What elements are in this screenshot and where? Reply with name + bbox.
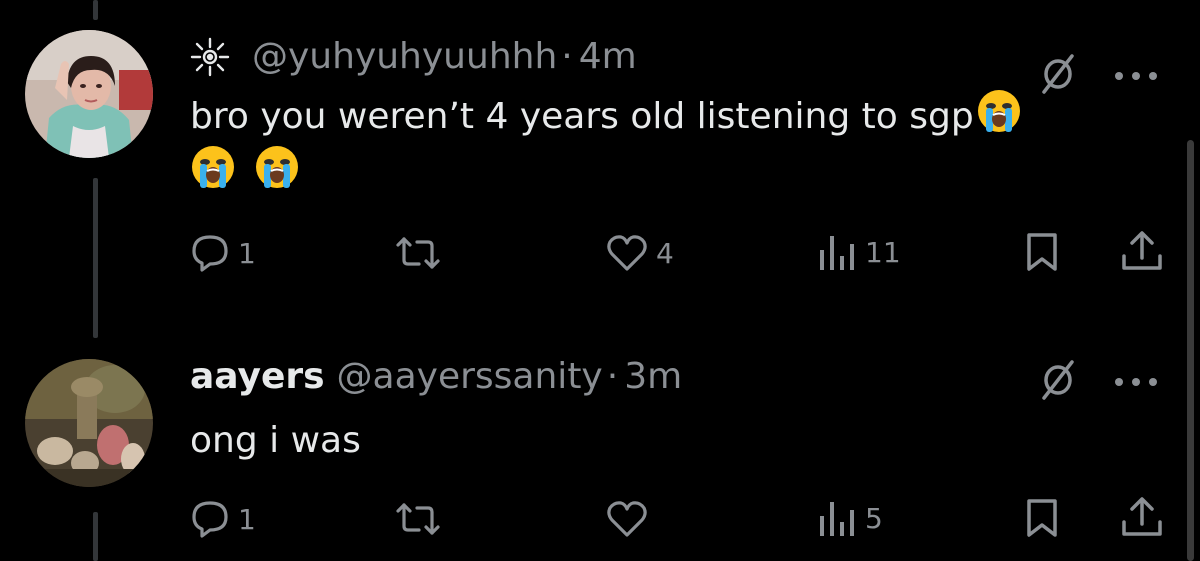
tweet-timestamp[interactable]: 3m — [624, 355, 682, 399]
thread-line-top — [93, 0, 98, 20]
share-icon — [1120, 496, 1164, 538]
tweet-handle[interactable]: @yuhyuhyuuhhh — [252, 35, 557, 79]
tweet-top-actions — [1040, 358, 1158, 404]
bookmark-icon — [1026, 232, 1058, 272]
reply-icon — [190, 500, 230, 538]
sparkle-badge-icon — [190, 37, 230, 77]
tweet-text: ong i was — [190, 414, 361, 468]
mute-icon[interactable] — [1040, 358, 1076, 404]
crying-face-emoji — [254, 144, 300, 190]
tweet-header: @yuhyuhyuuhhh · 4m — [190, 35, 637, 79]
reply-count: 1 — [238, 502, 256, 536]
tweet-timestamp[interactable]: 4m — [579, 35, 637, 79]
like-icon — [606, 500, 648, 538]
separator-dot: · — [561, 36, 573, 77]
reply-button[interactable]: 1 — [190, 500, 256, 538]
thread-line-bottom — [93, 512, 98, 561]
crying-face-emoji — [976, 88, 1022, 134]
more-options-icon[interactable] — [1114, 372, 1158, 391]
tweet-text-content: ong i was — [190, 420, 361, 461]
retweet-button[interactable] — [395, 236, 449, 270]
reply-count: 1 — [238, 236, 256, 270]
tweet-text: bro you weren’t 4 years old listening to… — [190, 88, 1150, 200]
like-icon — [606, 234, 648, 272]
retweet-icon — [395, 502, 441, 536]
tweet-handle[interactable]: @aayerssanity — [337, 355, 603, 399]
retweet-icon — [395, 236, 441, 270]
retweet-button[interactable] — [395, 502, 449, 536]
avatar[interactable] — [25, 30, 153, 158]
like-button[interactable] — [606, 500, 656, 538]
reply-button[interactable]: 1 — [190, 234, 256, 272]
bookmark-button[interactable] — [1026, 498, 1058, 538]
display-name[interactable]: aayers — [190, 355, 325, 399]
views-icon — [817, 498, 857, 538]
like-count: 4 — [656, 236, 674, 270]
views-count: 11 — [865, 235, 901, 269]
more-options-icon[interactable] — [1114, 66, 1158, 85]
thread-line-middle — [93, 178, 98, 338]
tweet-header: aayers @aayerssanity · 3m — [190, 355, 682, 399]
reply-icon — [190, 234, 230, 272]
share-icon — [1120, 230, 1164, 272]
avatar[interactable] — [25, 359, 153, 487]
scrollbar[interactable] — [1187, 140, 1194, 561]
share-button[interactable] — [1120, 230, 1164, 272]
views-count: 5 — [865, 501, 883, 535]
bookmark-icon — [1026, 498, 1058, 538]
bookmark-button[interactable] — [1026, 232, 1058, 272]
like-button[interactable]: 4 — [606, 234, 674, 272]
views-button[interactable]: 5 — [817, 498, 883, 538]
views-icon — [817, 232, 857, 272]
share-button[interactable] — [1120, 496, 1164, 538]
views-button[interactable]: 11 — [817, 232, 901, 272]
crying-face-emoji — [190, 144, 236, 190]
separator-dot: · — [606, 356, 619, 397]
tweet-text-content: bro you weren’t 4 years old listening to… — [190, 96, 974, 137]
